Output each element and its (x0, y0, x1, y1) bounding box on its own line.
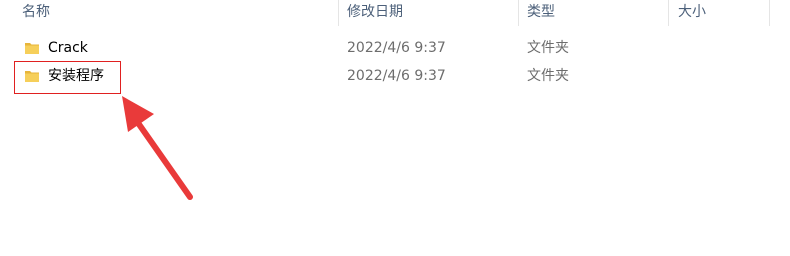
column-header-date-modified[interactable]: 修改日期 (347, 0, 403, 28)
file-name[interactable]: Crack (48, 35, 88, 62)
column-header-size[interactable]: 大小 (678, 0, 706, 28)
file-row-crack[interactable]: Crack 2022/4/6 9:37 文件夹 (0, 35, 790, 62)
column-divider[interactable] (518, 0, 519, 26)
folder-icon (25, 43, 39, 54)
file-explorer-view: 名称 修改日期 类型 大小 Crack 2022/4/6 9:37 文件夹 安装… (0, 0, 790, 256)
column-divider[interactable] (769, 0, 770, 26)
column-header-bar: 名称 修改日期 类型 大小 (0, 0, 790, 28)
column-divider[interactable] (338, 0, 339, 26)
column-header-type[interactable]: 类型 (527, 0, 555, 28)
file-date-modified: 2022/4/6 9:37 (347, 40, 446, 56)
folder-icon (25, 71, 39, 82)
file-row-installer[interactable]: 安装程序 2022/4/6 9:37 文件夹 (0, 63, 790, 90)
file-date-modified: 2022/4/6 9:37 (347, 68, 446, 84)
file-type: 文件夹 (527, 40, 569, 56)
annotation-arrow-icon (122, 96, 193, 200)
column-header-name[interactable]: 名称 (22, 0, 50, 28)
column-divider[interactable] (668, 0, 669, 26)
file-type: 文件夹 (527, 68, 569, 84)
file-name[interactable]: 安装程序 (48, 63, 104, 90)
